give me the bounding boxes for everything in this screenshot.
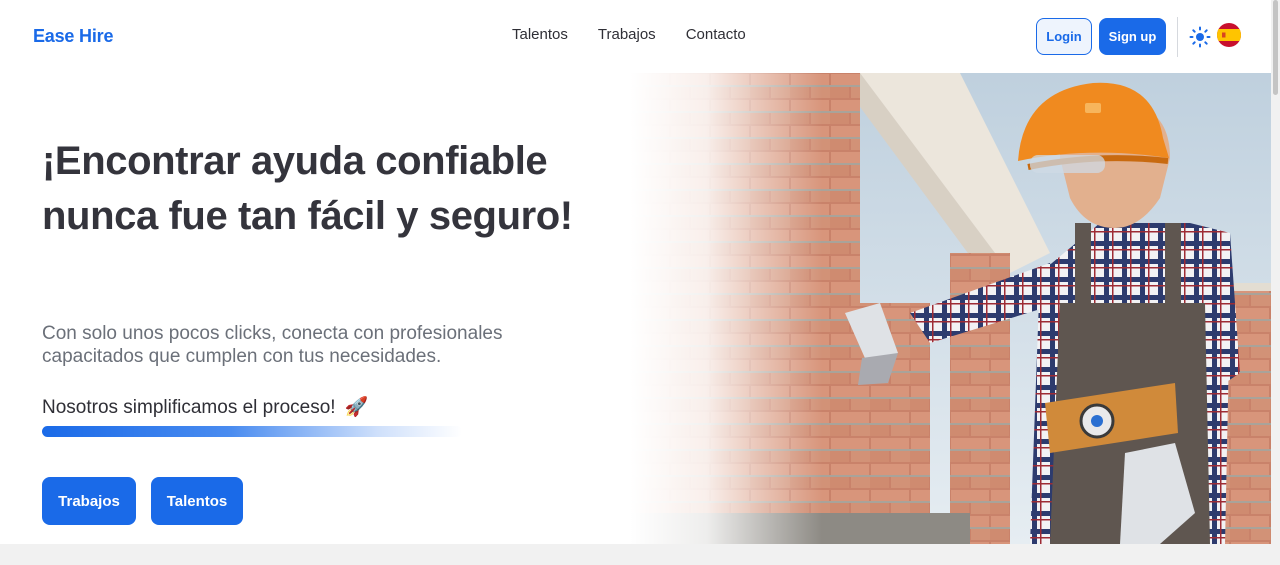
hero-tagline: Nosotros simplificamos el proceso! 🚀 xyxy=(42,395,369,419)
site-header: Ease Hire Talentos Trabajos Contacto Log… xyxy=(0,0,1280,73)
hero-title: ¡Encontrar ayuda confiable nunca fue tan… xyxy=(42,139,573,238)
hero-tagline-text: Nosotros simplificamos el proceso! xyxy=(42,397,336,418)
nav-link-talentos[interactable]: Talentos xyxy=(512,26,568,43)
brand-logo[interactable]: Ease Hire xyxy=(33,26,113,47)
header-divider xyxy=(1177,17,1178,57)
sun-icon[interactable] xyxy=(1188,25,1212,49)
jobs-button[interactable]: Trabajos xyxy=(42,477,136,525)
spain-flag-icon[interactable] xyxy=(1217,23,1241,47)
construction-worker-illustration xyxy=(630,73,1271,544)
main-nav: Talentos Trabajos Contacto xyxy=(512,26,746,43)
login-button[interactable]: Login xyxy=(1036,18,1092,55)
page-scrollbar[interactable] xyxy=(1271,0,1280,565)
scrollbar-thumb[interactable] xyxy=(1273,0,1278,95)
nav-link-trabajos[interactable]: Trabajos xyxy=(598,26,656,43)
hero-subtitle: Con solo unos pocos clicks, conecta con … xyxy=(42,323,503,367)
talents-button[interactable]: Talentos xyxy=(151,477,243,525)
next-section-band xyxy=(0,544,1271,565)
signup-button[interactable]: Sign up xyxy=(1099,18,1166,55)
decorative-gradient-bar xyxy=(42,426,462,437)
hero-image xyxy=(630,73,1271,544)
rocket-icon: 🚀 xyxy=(344,397,369,418)
nav-link-contacto[interactable]: Contacto xyxy=(686,26,746,43)
